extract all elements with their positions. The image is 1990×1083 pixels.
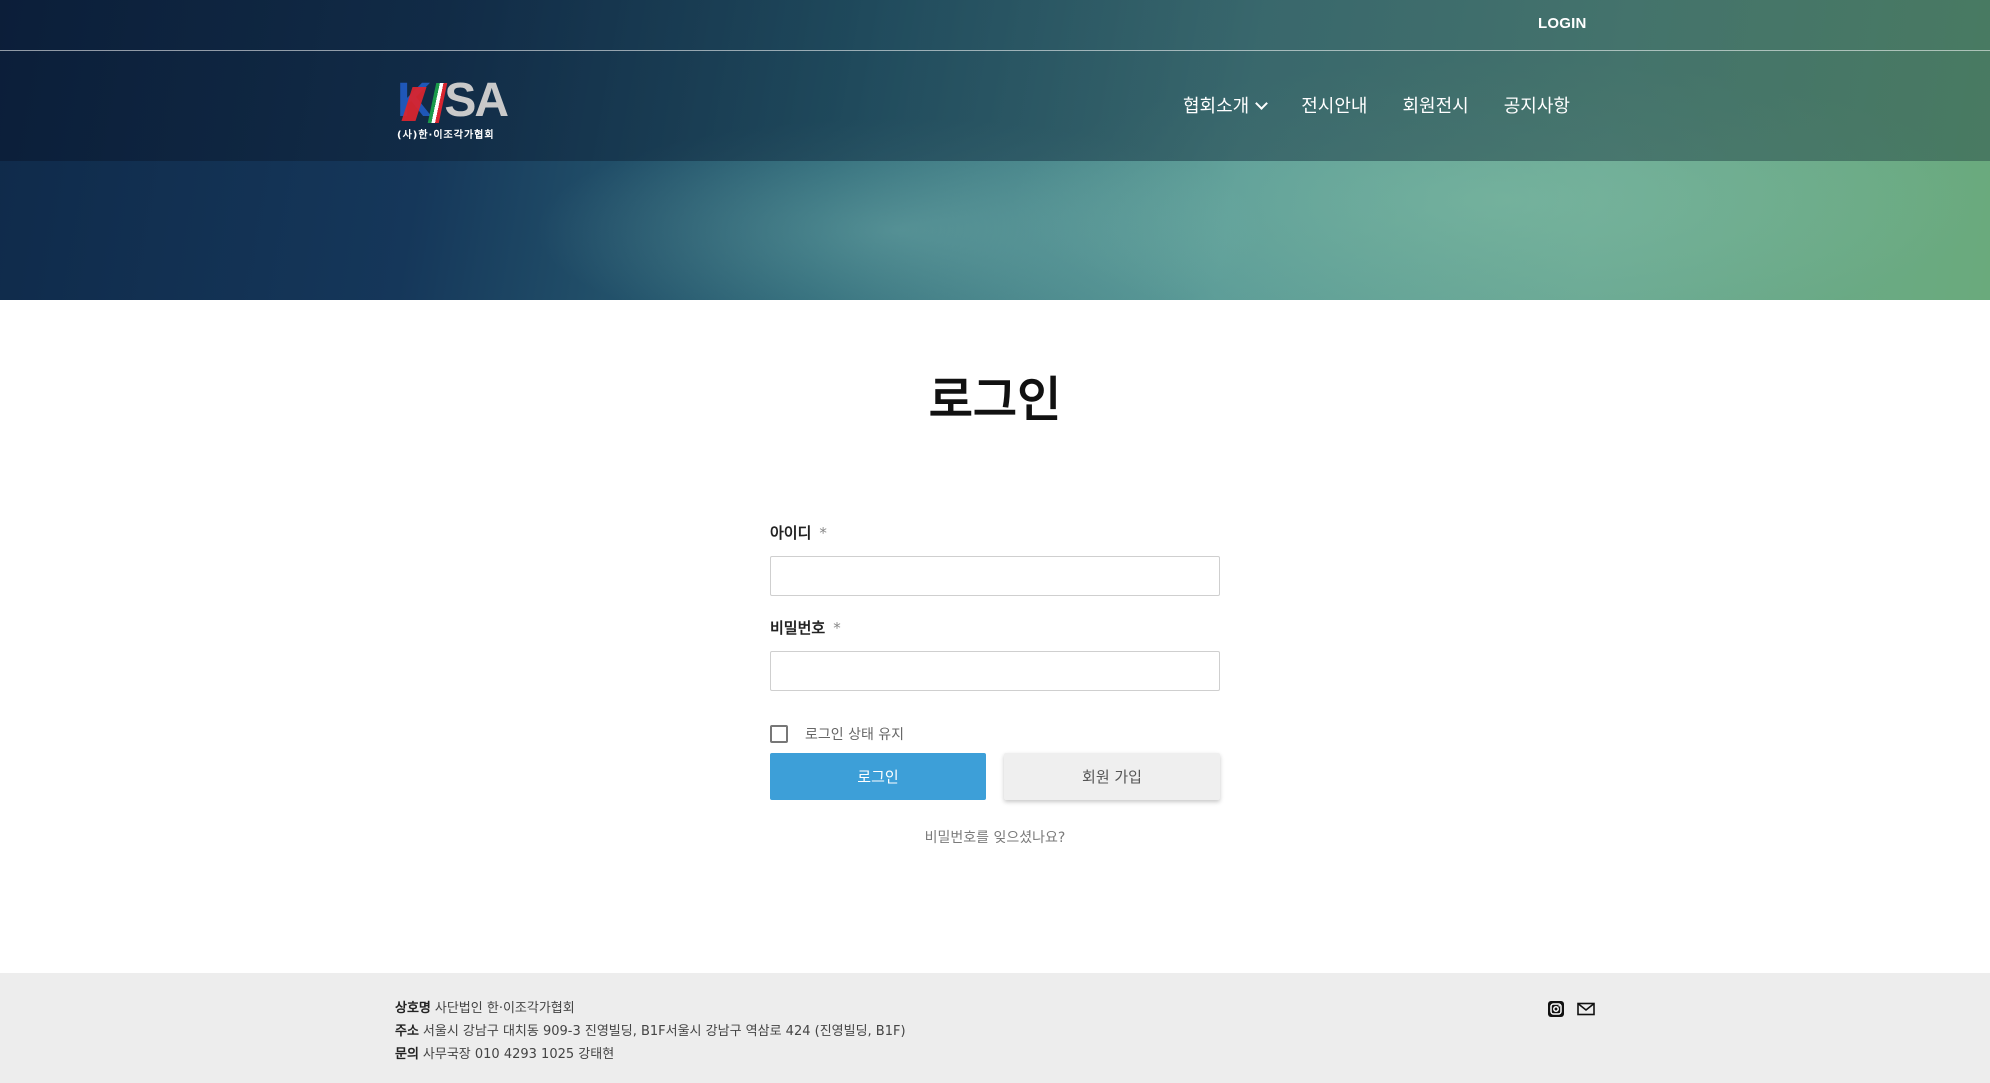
forgot-password-link[interactable]: 비밀번호를 잊으셨나요? <box>770 827 1220 847</box>
top-bar: LOGIN <box>0 0 1990 51</box>
nav-item-label: 협회소개 <box>1183 96 1250 117</box>
username-label-text: 아이디 <box>770 524 812 542</box>
password-label-text: 비밀번호 <box>770 619 826 637</box>
username-input[interactable] <box>770 556 1220 596</box>
nav-item-about[interactable]: 협회소개 <box>1183 92 1269 118</box>
logo-subtitle: (사)한·이조각가협회 <box>397 130 495 141</box>
logo-letter-k: K <box>397 74 432 127</box>
footer-address-label: 주소 <box>395 1024 419 1039</box>
page-title: 로그인 <box>928 372 1062 428</box>
instagram-icon[interactable] <box>1547 1000 1565 1018</box>
remember-checkbox[interactable] <box>770 725 788 743</box>
password-input[interactable] <box>770 651 1220 691</box>
username-label: 아이디 * <box>770 522 1220 542</box>
nav-item-notices[interactable]: 공지사항 <box>1504 92 1570 118</box>
footer-contact-label: 문의 <box>395 1047 419 1062</box>
nav-item-exhibitions[interactable]: 전시안내 <box>1301 92 1367 118</box>
footer-company-value: 사단법인 한·이조각가협회 <box>434 1001 575 1016</box>
nav-item-member-exhibitions[interactable]: 회원전시 <box>1403 92 1469 118</box>
footer-social <box>1547 1000 1595 1018</box>
signup-button[interactable]: 회원 가입 <box>1004 753 1220 800</box>
footer-contact: 문의 사무국장 010 4293 1025 강태현 <box>395 1043 906 1066</box>
remember-row: 로그인 상태 유지 <box>770 724 1220 744</box>
required-mark: * <box>819 524 827 542</box>
password-label: 비밀번호 * <box>770 617 1220 637</box>
main-nav: 협회소개 전시안내 회원전시 공지사항 <box>1183 92 1570 118</box>
password-field: 비밀번호 * <box>770 617 1220 691</box>
login-form: 아이디 * 비밀번호 * 로그인 상태 유지 로그인 회원 가입 비밀번호를 잊으셨… <box>770 522 1220 847</box>
mail-icon[interactable] <box>1577 1000 1595 1018</box>
site-footer: 상호명 사단법인 한·이조각가협회 주소 서울시 강남구 대치동 909-3 진영빌… <box>0 973 1990 1083</box>
logo-mark: K SA <box>397 74 509 127</box>
button-row: 로그인 회원 가입 <box>770 753 1220 800</box>
site-header: LOGIN K SA (사)한·이조각가협회 협회소개 전시안내 회원전시 공지사… <box>0 0 1990 300</box>
login-button[interactable]: 로그인 <box>770 753 986 800</box>
footer-company-label: 상호명 <box>395 1001 431 1016</box>
remember-label[interactable]: 로그인 상태 유지 <box>805 724 904 744</box>
nav-item-label: 회원전시 <box>1402 96 1469 117</box>
chevron-down-icon <box>1255 96 1269 110</box>
footer-info: 상호명 사단법인 한·이조각가협회 주소 서울시 강남구 대치동 909-3 진영빌… <box>395 997 906 1066</box>
site-logo[interactable]: K SA (사)한·이조각가협회 <box>397 74 509 142</box>
footer-address-value: 서울시 강남구 대치동 909-3 진영빌딩, B1F서울시 강남구 역삼로 4… <box>422 1024 906 1039</box>
footer-contact-value: 사무국장 010 4293 1025 강태현 <box>422 1047 615 1062</box>
footer-address: 주소 서울시 강남구 대치동 909-3 진영빌딩, B1F서울시 강남구 역삼로… <box>395 1020 906 1043</box>
login-link[interactable]: LOGIN <box>1538 15 1587 32</box>
logo-letters-sa: SA <box>444 74 509 127</box>
footer-company: 상호명 사단법인 한·이조각가협회 <box>395 997 906 1020</box>
nav-item-label: 공지사항 <box>1503 96 1570 117</box>
required-mark: * <box>833 619 841 637</box>
nav-item-label: 전시안내 <box>1301 96 1368 117</box>
